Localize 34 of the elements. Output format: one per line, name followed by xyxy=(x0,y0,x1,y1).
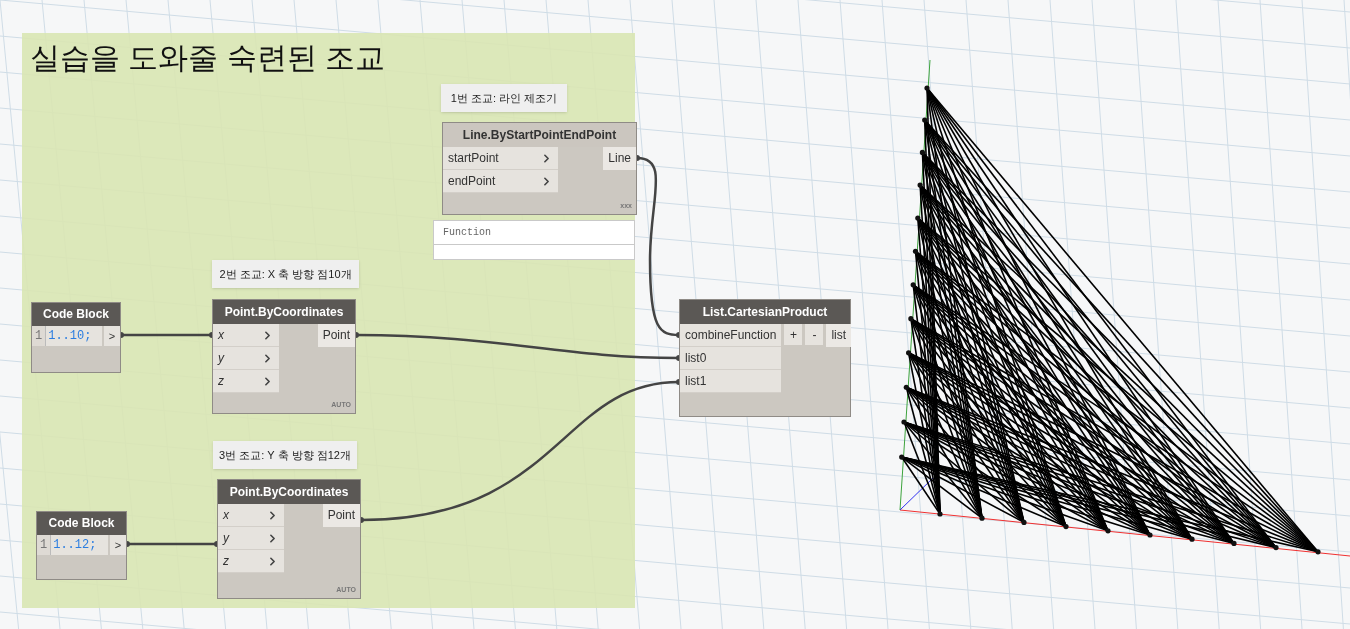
line-number: 1 xyxy=(37,535,52,555)
input-port[interactable]: list0 xyxy=(680,347,782,370)
input-port[interactable]: x xyxy=(213,324,279,347)
output-port[interactable]: Point xyxy=(322,504,360,527)
note[interactable]: 3번 조교: Y 축 방향 점12개 xyxy=(213,441,357,469)
input-port[interactable]: combineFunction xyxy=(680,324,782,347)
output-port[interactable]: > xyxy=(110,535,126,555)
group-title: 실습을 도와줄 숙련된 조교 xyxy=(30,40,386,76)
node-title: Code Block xyxy=(37,512,126,535)
node-title: Code Block xyxy=(32,303,120,326)
list-button[interactable]: + xyxy=(784,324,803,345)
input-port[interactable]: list1 xyxy=(680,370,782,393)
input-port[interactable]: z xyxy=(213,370,279,393)
input-port[interactable]: endPoint xyxy=(443,170,558,193)
note[interactable]: 1번 조교: 라인 제조기 xyxy=(441,84,567,112)
line-number: 1 xyxy=(32,326,47,346)
list-button[interactable]: - xyxy=(805,324,824,345)
input-port[interactable]: y xyxy=(218,527,284,550)
note[interactable]: 2번 조교: X 축 방향 점10개 xyxy=(212,260,359,288)
output-port[interactable]: Line xyxy=(603,147,636,170)
node-card[interactable]: Code Block 1 1..12; > xyxy=(36,511,127,580)
input-port[interactable]: startPoint xyxy=(443,147,558,170)
node-title: Point.ByCoordinates xyxy=(218,480,360,504)
output-port[interactable]: list xyxy=(826,324,852,347)
output-port[interactable]: Point xyxy=(317,324,355,347)
input-port[interactable]: x xyxy=(218,504,284,527)
node-title: Point.ByCoordinates xyxy=(213,300,355,324)
node-title: List.CartesianProduct xyxy=(680,300,850,324)
output-port[interactable]: > xyxy=(104,326,120,346)
preview-text: Function xyxy=(443,226,491,240)
node-card[interactable]: Code Block 1 1..10; > xyxy=(31,302,121,373)
input-port[interactable]: z xyxy=(218,550,284,573)
node-card[interactable]: List.CartesianProduct combineFunction list0 list1 + - list xyxy=(679,299,851,417)
input-port[interactable]: y xyxy=(213,347,279,370)
